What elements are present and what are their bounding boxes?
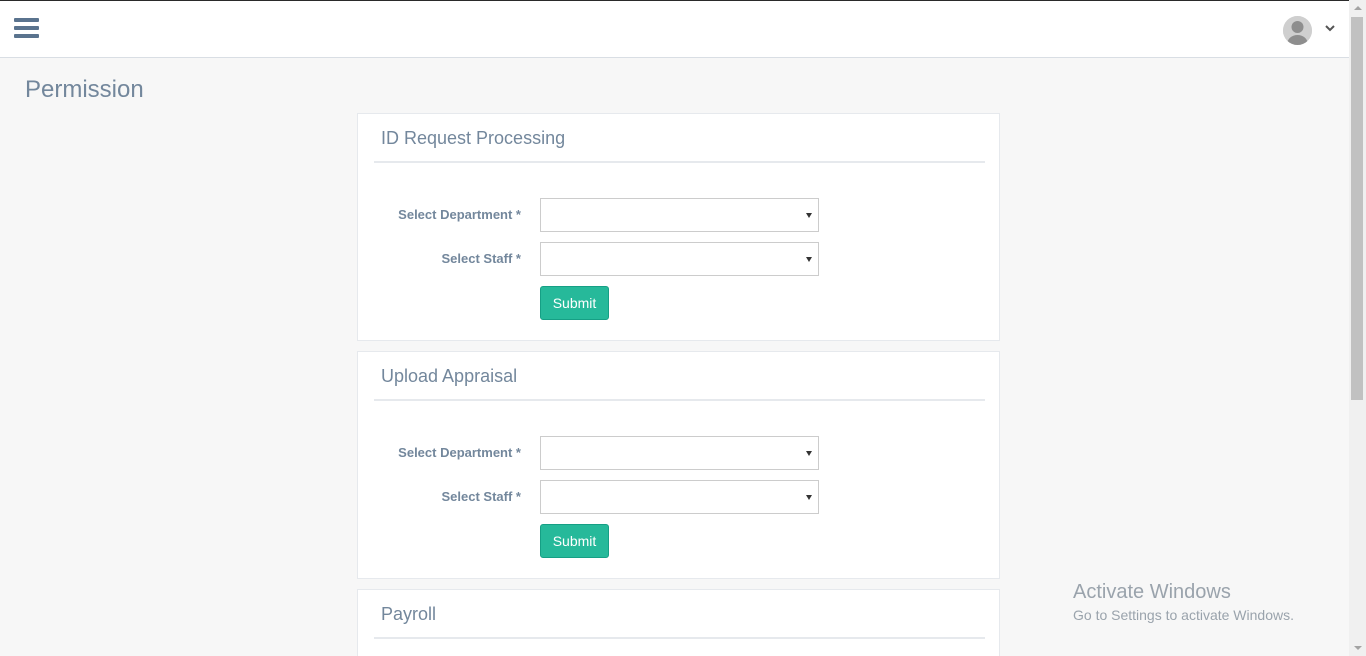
department-label: Select Department *	[398, 207, 521, 222]
scroll-down-arrow-icon[interactable]	[1349, 639, 1366, 656]
panel-divider	[374, 161, 985, 163]
department-label: Select Department *	[398, 445, 521, 460]
submit-button[interactable]: Submit	[540, 524, 609, 558]
staff-select[interactable]	[540, 242, 819, 276]
staff-label: Select Staff *	[441, 489, 521, 504]
user-avatar-icon[interactable]	[1283, 16, 1312, 45]
windows-activation-watermark: Activate Windows Go to Settings to activ…	[1073, 581, 1294, 623]
panel-payroll: Payroll	[357, 589, 1000, 656]
select-arrow-icon	[806, 257, 812, 262]
panel-title: Payroll	[381, 604, 437, 624]
watermark-subtitle: Go to Settings to activate Windows.	[1073, 607, 1294, 623]
panel-divider	[374, 399, 985, 401]
panel-id-request-processing: ID Request Processing Select Department …	[357, 113, 1000, 341]
panel-upload-appraisal: Upload Appraisal Select Department * Sel…	[357, 351, 1000, 579]
vertical-scrollbar[interactable]	[1349, 0, 1366, 656]
page-title: Permission	[25, 76, 144, 103]
panel-divider	[374, 637, 985, 639]
chevron-down-icon[interactable]	[1324, 21, 1336, 33]
select-arrow-icon	[806, 451, 812, 456]
submit-button[interactable]: Submit	[540, 286, 609, 320]
select-arrow-icon	[806, 213, 812, 218]
staff-label: Select Staff *	[441, 251, 521, 266]
staff-select[interactable]	[540, 480, 819, 514]
select-arrow-icon	[806, 495, 812, 500]
watermark-title: Activate Windows	[1073, 581, 1231, 603]
department-select[interactable]	[540, 198, 819, 232]
department-select[interactable]	[540, 436, 819, 470]
scrollbar-thumb[interactable]	[1351, 17, 1363, 400]
panel-title: ID Request Processing	[381, 128, 566, 148]
scroll-up-arrow-icon[interactable]	[1349, 0, 1366, 17]
hamburger-menu-icon[interactable]	[14, 18, 39, 40]
panel-title: Upload Appraisal	[381, 366, 518, 386]
top-navbar	[0, 0, 1349, 58]
